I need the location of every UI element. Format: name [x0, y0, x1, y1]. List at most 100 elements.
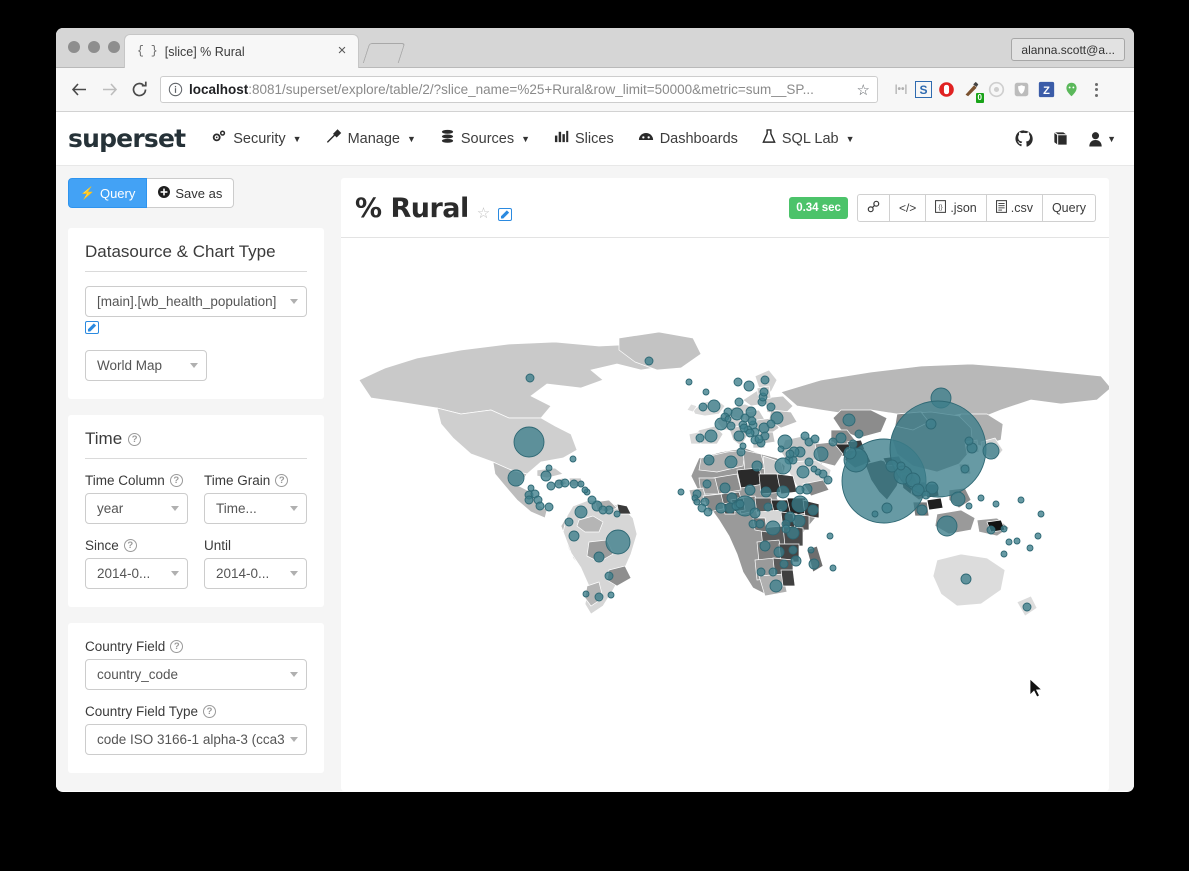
map-bubble[interactable] — [540, 470, 552, 482]
map-bubble[interactable] — [1034, 532, 1042, 540]
site-info-icon[interactable] — [168, 82, 183, 97]
map-bubble[interactable] — [1017, 496, 1025, 504]
country-field-type-select[interactable]: code ISO 3166-1 alpha-3 (cca3) — [85, 724, 307, 755]
map-bubble[interactable] — [724, 455, 738, 469]
map-bubble[interactable] — [524, 495, 534, 505]
chrome-menu-icon[interactable] — [1085, 82, 1107, 97]
map-bubble[interactable] — [921, 490, 931, 500]
embed-code-button[interactable]: </> — [889, 194, 927, 222]
map-bubble[interactable] — [960, 464, 970, 474]
map-bubble[interactable] — [760, 375, 770, 385]
map-bubble[interactable] — [607, 591, 615, 599]
nav-item-manage[interactable]: Manage ▼ — [326, 129, 416, 148]
map-bubble[interactable] — [707, 399, 721, 413]
map-bubble[interactable] — [769, 579, 783, 593]
map-bubble[interactable] — [795, 485, 805, 495]
map-bubble[interactable] — [739, 423, 749, 433]
map-bubble[interactable] — [776, 485, 790, 499]
map-bubble[interactable] — [582, 590, 590, 598]
map-bubble[interactable] — [1000, 525, 1008, 533]
map-bubble[interactable] — [695, 433, 705, 443]
maximize-window-button[interactable] — [108, 41, 120, 53]
map-bubble[interactable] — [823, 475, 833, 485]
reload-icon[interactable] — [124, 75, 154, 105]
map-bubble[interactable] — [1026, 544, 1034, 552]
map-bubble[interactable] — [726, 421, 736, 431]
map-bubble[interactable] — [751, 460, 763, 472]
superset-logo[interactable]: superset — [68, 124, 186, 153]
help-icon[interactable]: ? — [275, 474, 289, 487]
map-bubble[interactable] — [564, 517, 574, 527]
map-bubble[interactable] — [763, 502, 773, 512]
map-bubble[interactable] — [527, 484, 535, 492]
map-bubble[interactable] — [760, 486, 772, 498]
help-icon[interactable]: ? — [203, 705, 217, 718]
nav-item-sources[interactable]: Sources ▼ — [440, 129, 530, 148]
close-tab-icon[interactable]: × — [334, 43, 350, 60]
map-bubble[interactable] — [644, 356, 654, 366]
map-bubble[interactable] — [766, 419, 776, 429]
map-bubble[interactable] — [843, 446, 857, 460]
map-bubble[interactable] — [587, 495, 597, 505]
map-bubble[interactable] — [881, 502, 893, 514]
nav-item-slices[interactable]: Slices — [554, 129, 614, 148]
map-bubble[interactable] — [885, 459, 899, 473]
star-outline-icon[interactable]: ☆ — [477, 204, 490, 224]
map-bubble[interactable] — [1037, 510, 1045, 518]
map-bubble[interactable] — [950, 491, 966, 507]
book-icon[interactable] — [1052, 130, 1069, 147]
map-bubble[interactable] — [854, 429, 864, 439]
help-icon[interactable]: ? — [170, 640, 184, 653]
map-bubble[interactable] — [581, 486, 589, 494]
new-tab-button[interactable] — [362, 43, 406, 63]
map-bubble[interactable] — [545, 464, 553, 472]
run-query-button[interactable]: ⚡ Query — [68, 178, 148, 208]
map-bubble[interactable] — [613, 510, 621, 518]
map-bubble[interactable] — [560, 478, 570, 488]
map-bubble[interactable] — [768, 567, 778, 577]
map-bubble[interactable] — [593, 551, 605, 563]
map-bubble[interactable] — [755, 519, 765, 529]
map-bubble[interactable] — [507, 469, 525, 487]
map-bubble[interactable] — [743, 380, 755, 392]
map-bubble[interactable] — [785, 449, 795, 459]
map-bubble[interactable] — [677, 488, 685, 496]
map-bubble[interactable] — [704, 429, 718, 443]
map-bubble[interactable] — [1005, 538, 1013, 546]
map-bubble[interactable] — [703, 454, 715, 466]
map-bubble[interactable] — [813, 446, 829, 462]
map-bubble[interactable] — [777, 445, 785, 453]
share-link-button[interactable] — [856, 194, 890, 222]
map-bubble[interactable] — [569, 479, 579, 489]
profile-chip[interactable]: alanna.scott@a... — [1011, 38, 1125, 61]
map-bubble[interactable] — [703, 507, 713, 517]
map-bubble[interactable] — [810, 434, 820, 444]
map-bubble[interactable] — [739, 442, 747, 450]
map-bubble[interactable] — [871, 510, 879, 518]
map-bubble[interactable] — [735, 499, 745, 509]
time-column-select[interactable]: year — [85, 493, 188, 524]
map-bubble[interactable] — [807, 546, 815, 554]
country-field-select[interactable]: country_code — [85, 659, 307, 690]
map-bubble[interactable] — [568, 530, 580, 542]
map-bubble[interactable] — [594, 592, 604, 602]
until-select[interactable]: 2014-0... — [204, 558, 307, 589]
map-bubble[interactable] — [1000, 550, 1008, 558]
nav-item-security[interactable]: Security ▼ — [211, 129, 302, 148]
map-bubble[interactable] — [826, 532, 834, 540]
map-bubble[interactable] — [779, 559, 789, 569]
datasource-select[interactable]: [main].[wb_health_population] — [85, 286, 307, 317]
map-bubble[interactable] — [598, 505, 608, 515]
map-bubble[interactable] — [765, 520, 781, 536]
world-map-svg[interactable] — [341, 238, 1109, 764]
map-bubble[interactable] — [702, 388, 710, 396]
map-bubble[interactable] — [715, 502, 727, 514]
map-bubble[interactable] — [982, 442, 1000, 460]
map-bubble[interactable] — [992, 500, 1000, 508]
view-query-button[interactable]: Query — [1042, 194, 1096, 222]
map-bubble[interactable] — [796, 465, 810, 479]
map-bubble[interactable] — [842, 413, 856, 427]
map-bubble[interactable] — [925, 418, 937, 430]
map-bubble[interactable] — [807, 504, 819, 516]
map-bubble[interactable] — [747, 416, 757, 426]
